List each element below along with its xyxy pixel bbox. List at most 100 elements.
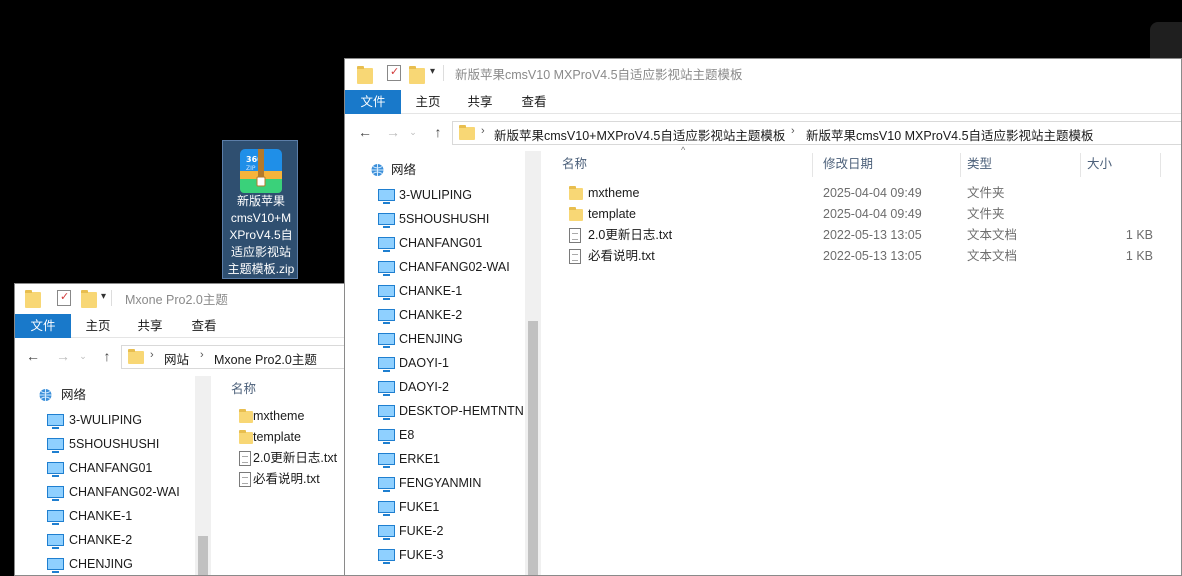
nav-item-computer[interactable]: DESKTOP-HEMTNTN: [345, 400, 524, 422]
folder-icon: [239, 430, 253, 444]
nav-item-computer[interactable]: ERKE1: [345, 448, 523, 470]
cell: 文本文档: [967, 249, 1018, 263]
nav-item-label: CHANFANG01: [399, 236, 483, 250]
breadcrumb-separator-icon[interactable]: ›: [150, 349, 154, 361]
up-arrow-icon[interactable]: ↑: [430, 124, 446, 140]
tab-file[interactable]: 文件: [345, 90, 401, 114]
sort-ascending-icon: ^: [681, 145, 686, 155]
customize-dropdown-icon[interactable]: ▾: [430, 66, 435, 82]
computer-icon: [47, 486, 64, 501]
forward-arrow-icon[interactable]: →: [385, 124, 401, 140]
nav-item-computer[interactable]: 3-WULIPING: [345, 184, 523, 206]
desktop-zip-file[interactable]: 360 ZIP 新版苹果 cmsV10+M XProV4.5自 适应影视站 主题…: [222, 140, 298, 279]
tab-share[interactable]: 共享: [457, 90, 503, 114]
tab-view[interactable]: 查看: [511, 90, 557, 114]
address-bar[interactable]: › 网站 › Mxone Pro2.0主题: [121, 345, 349, 369]
breadcrumb-item[interactable]: 网站: [164, 349, 189, 368]
nav-item-computer[interactable]: 5SHOUSHUSHI: [15, 433, 193, 455]
nav-item-label: 3-WULIPING: [399, 188, 472, 202]
column-header-name[interactable]: 名称: [231, 376, 256, 402]
ribbon-tabs: 文件 主页 共享 查看: [345, 90, 1181, 114]
computer-icon: [378, 381, 395, 396]
column-header-type[interactable]: 类型: [967, 151, 992, 177]
nav-item-computer[interactable]: DAOYI-1: [345, 352, 523, 374]
column-header-modified[interactable]: 修改日期: [823, 151, 873, 177]
nav-item-computer[interactable]: CHANKE-2: [15, 529, 193, 551]
column-separator[interactable]: [1160, 153, 1161, 177]
network-icon: [371, 164, 384, 176]
nav-item-computer[interactable]: CHANKE-2: [345, 304, 523, 326]
column-header-size[interactable]: 大小: [1087, 151, 1112, 177]
titlebar-separator: [111, 290, 112, 306]
tab-home[interactable]: 主页: [405, 90, 451, 114]
nav-item-computer[interactable]: DAOYI-2: [345, 376, 523, 398]
customize-dropdown-icon[interactable]: ▾: [101, 291, 106, 307]
up-arrow-icon[interactable]: ↑: [99, 348, 115, 364]
column-separator[interactable]: [960, 153, 961, 177]
back-arrow-icon[interactable]: ←: [357, 124, 373, 140]
tab-file[interactable]: 文件: [15, 314, 71, 338]
properties-icon[interactable]: ✓: [387, 65, 401, 81]
breadcrumb-item[interactable]: Mxone Pro2.0主题: [214, 349, 317, 368]
breadcrumb-item[interactable]: 新版苹果cmsV10+MXProV4.5自适应影视站主题模板: [494, 125, 785, 144]
back-arrow-icon[interactable]: ←: [25, 348, 41, 364]
svg-text:ZIP: ZIP: [246, 165, 256, 172]
nav-item-computer[interactable]: CHENJING: [345, 328, 523, 350]
breadcrumb-item[interactable]: 新版苹果cmsV10 MXProV4.5自适应影视站主题模板: [806, 125, 1094, 144]
nav-item-computer[interactable]: FUKE-2: [345, 520, 523, 542]
computer-icon: [47, 438, 64, 453]
nav-item-computer[interactable]: CHANKE-1: [15, 505, 193, 527]
nav-item-label: FUKE1: [399, 500, 440, 514]
nav-item-computer[interactable]: FUKE-3: [345, 544, 523, 566]
computer-icon: [378, 285, 395, 300]
breadcrumb-separator-icon[interactable]: ›: [791, 125, 795, 137]
forward-arrow-icon[interactable]: →: [55, 348, 71, 364]
new-folder-icon[interactable]: [409, 66, 425, 84]
explorer-window-back[interactable]: ✓ ▾ Mxone Pro2.0主题 文件 主页 共享 查看 ← → ⌄ ↑ ›…: [14, 283, 350, 576]
breadcrumb-separator-icon[interactable]: ›: [200, 349, 204, 361]
file-row[interactable]: 必看说明.txt 2022-05-13 13:05 文本文档 1 KB: [549, 246, 1181, 267]
file-row[interactable]: template: [219, 427, 349, 448]
nav-item-label: ERKE1: [399, 452, 440, 466]
text-file-icon: [569, 249, 581, 264]
tab-view[interactable]: 查看: [181, 314, 227, 338]
file-row[interactable]: 2.0更新日志.txt 2022-05-13 13:05 文本文档 1 KB: [549, 225, 1181, 246]
nav-item-computer[interactable]: CHENJING: [15, 553, 193, 575]
nav-item-computer[interactable]: FENGYANMIN: [345, 472, 523, 494]
recent-dropdown-icon[interactable]: ⌄: [405, 124, 421, 140]
scrollbar-thumb[interactable]: [198, 536, 208, 575]
properties-icon[interactable]: ✓: [57, 290, 71, 306]
recent-dropdown-icon[interactable]: ⌄: [75, 348, 91, 364]
explorer-window-main[interactable]: ✓ ▾ 新版苹果cmsV10 MXProV4.5自适应影视站主题模板 文件 主页…: [344, 58, 1182, 576]
column-header-name[interactable]: 名称: [562, 151, 587, 177]
file-row[interactable]: 2.0更新日志.txt: [219, 448, 349, 469]
nav-item-computer[interactable]: 3-WULIPING: [15, 409, 193, 431]
nav-item-computer[interactable]: 5SHOUSHUSHI: [345, 208, 523, 230]
nav-item-label: CHANKE-1: [69, 509, 133, 523]
folder-icon: [357, 66, 373, 84]
cell: template: [588, 207, 636, 221]
file-row[interactable]: template 2025-04-04 09:49 文件夹: [549, 204, 1181, 225]
column-separator[interactable]: [1080, 153, 1081, 177]
file-row[interactable]: mxtheme: [219, 406, 349, 427]
nav-item-computer[interactable]: CHANFANG01: [15, 457, 193, 479]
title-bar[interactable]: ✓ ▾ 新版苹果cmsV10 MXProV4.5自适应影视站主题模板: [345, 59, 1181, 87]
nav-item-computer[interactable]: CHANFANG01: [345, 232, 523, 254]
file-row[interactable]: 必看说明.txt: [219, 469, 349, 490]
title-bar[interactable]: ✓ ▾ Mxone Pro2.0主题: [15, 284, 349, 312]
scrollbar-thumb[interactable]: [528, 321, 538, 575]
nav-item-computer[interactable]: CHANKE-1: [345, 280, 523, 302]
breadcrumb-separator-icon[interactable]: ›: [481, 125, 485, 137]
new-folder-icon[interactable]: [81, 290, 97, 308]
nav-item-computer[interactable]: CHANFANG02-WAI: [15, 481, 193, 503]
address-bar[interactable]: › 新版苹果cmsV10+MXProV4.5自适应影视站主题模板 › 新版苹果c…: [452, 121, 1181, 145]
nav-item-computer[interactable]: CHANFANG02-WAI: [345, 256, 523, 278]
nav-item-label: CHENJING: [69, 557, 133, 571]
tab-home[interactable]: 主页: [75, 314, 121, 338]
column-separator[interactable]: [812, 153, 813, 177]
file-row[interactable]: mxtheme 2025-04-04 09:49 文件夹: [549, 183, 1181, 204]
tab-share[interactable]: 共享: [127, 314, 173, 338]
nav-item-computer[interactable]: FUKE1: [345, 496, 523, 518]
computer-icon: [378, 453, 395, 468]
nav-item-computer[interactable]: E8: [345, 424, 523, 446]
